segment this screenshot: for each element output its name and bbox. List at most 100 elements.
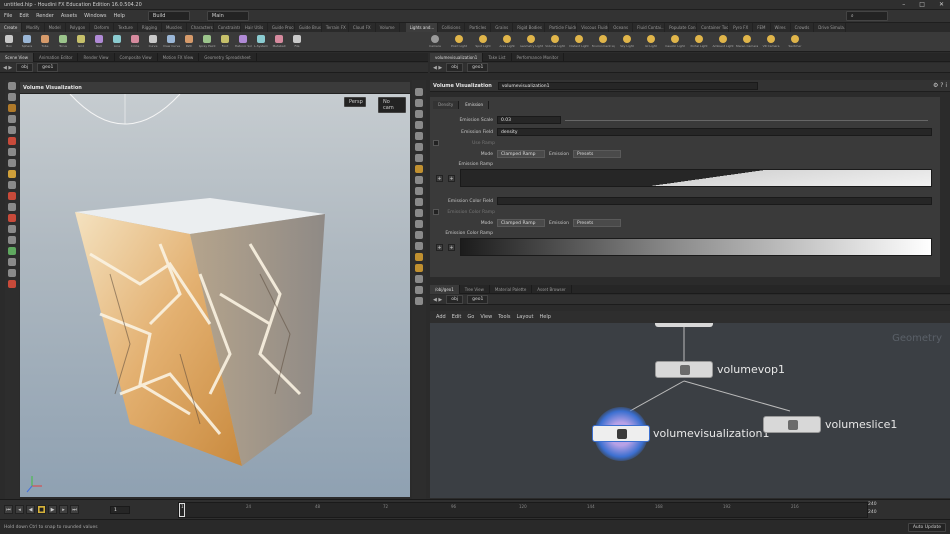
emission-scale-slider[interactable] bbox=[565, 119, 928, 121]
ortho-icon[interactable] bbox=[415, 198, 423, 206]
network-editor[interactable]: Geometry volumevop1 volumevisualization1… bbox=[430, 323, 950, 498]
jump-start-button[interactable]: ⏮ bbox=[4, 505, 13, 514]
tab-take-list[interactable]: Take List bbox=[483, 52, 512, 62]
tab-animation-editor[interactable]: Animation Editor bbox=[34, 52, 79, 62]
emission-scale-field[interactable]: 0.03 bbox=[497, 116, 561, 124]
tool-distant-light[interactable]: Distant Light bbox=[567, 32, 591, 52]
view-icon[interactable] bbox=[8, 115, 16, 123]
shelf-set-dropdown[interactable]: Main bbox=[206, 11, 249, 21]
stop-button[interactable]: ■ bbox=[37, 505, 46, 514]
net-menu-help[interactable]: Help bbox=[540, 314, 551, 320]
path-geo1[interactable]: geo1 bbox=[37, 63, 59, 72]
gear-icon[interactable]: ⚙ ? i bbox=[933, 82, 947, 89]
particles-icon[interactable] bbox=[415, 286, 423, 294]
step-back-button[interactable]: ◂ bbox=[15, 505, 24, 514]
upstream-node[interactable] bbox=[655, 323, 713, 327]
ramp-add-button[interactable]: + bbox=[436, 174, 443, 182]
tool-path[interactable]: Path bbox=[180, 32, 198, 52]
shelf-tab-terrain-fx[interactable]: Terrain FX bbox=[322, 23, 349, 32]
lighting-icon[interactable] bbox=[415, 253, 423, 261]
emission-preset-dropdown[interactable]: Presets bbox=[573, 150, 621, 158]
tool-l-system[interactable]: L-System bbox=[252, 32, 270, 52]
tab-render-view[interactable]: Render View bbox=[78, 52, 115, 62]
shelf-tab-drive-simula[interactable]: Drive Simula... bbox=[814, 23, 847, 32]
tool-vr-camera[interactable]: VR Camera bbox=[759, 32, 783, 52]
emission-color-field-input[interactable] bbox=[497, 197, 932, 205]
texture-icon[interactable] bbox=[415, 275, 423, 283]
path-geo1[interactable]: geo1 bbox=[467, 63, 489, 72]
tab-volumevisualization1[interactable]: volumevisualization1 bbox=[430, 52, 484, 62]
net-menu-add[interactable]: Add bbox=[436, 314, 446, 320]
menu-render[interactable]: Render bbox=[36, 13, 54, 19]
display-options-icon[interactable] bbox=[415, 297, 423, 305]
render-icon[interactable] bbox=[8, 247, 16, 255]
shading-icon[interactable] bbox=[415, 121, 423, 129]
menu-help[interactable]: Help bbox=[113, 13, 124, 19]
menu-file[interactable]: File bbox=[4, 13, 12, 19]
pin-icon[interactable] bbox=[8, 269, 16, 277]
tool-sphere[interactable]: Sphere bbox=[18, 32, 36, 52]
grid-toggle-icon[interactable] bbox=[415, 231, 423, 239]
end-frame-bottom[interactable]: 240 bbox=[868, 510, 877, 515]
tool-circle[interactable]: Circle bbox=[126, 32, 144, 52]
emission-ramp-widget[interactable] bbox=[460, 169, 932, 187]
tool-geometry-light[interactable]: Geometry Light bbox=[519, 32, 543, 52]
node-name-field[interactable]: volumevisualization1 bbox=[497, 81, 758, 90]
ghost-icon[interactable] bbox=[415, 165, 423, 173]
node-volumevop1[interactable] bbox=[655, 361, 713, 378]
path-obj[interactable]: obj bbox=[446, 295, 464, 304]
emission-field-input[interactable]: density bbox=[497, 128, 932, 136]
back-arrow-icon[interactable]: ◀ ▶ bbox=[433, 65, 442, 71]
tool-grid[interactable]: Grid bbox=[72, 32, 90, 52]
pose-icon[interactable] bbox=[8, 126, 16, 134]
ramp-remove-button[interactable]: + bbox=[448, 174, 455, 182]
magnet-icon[interactable] bbox=[8, 192, 16, 200]
shelf-tab-cloud-fx[interactable]: Cloud FX bbox=[349, 23, 376, 32]
tool-font[interactable]: Font bbox=[216, 32, 234, 52]
tool-null[interactable]: Null bbox=[90, 32, 108, 52]
move-icon[interactable] bbox=[8, 148, 16, 156]
net-menu-edit[interactable]: Edit bbox=[452, 314, 462, 320]
tool-portal-light[interactable]: Portal Light bbox=[687, 32, 711, 52]
play-button[interactable]: ▶ bbox=[48, 505, 57, 514]
camera-icon[interactable] bbox=[8, 225, 16, 233]
rotate-icon[interactable] bbox=[8, 159, 16, 167]
tab-density[interactable]: Density bbox=[433, 101, 460, 109]
close-button[interactable]: ✕ bbox=[939, 1, 944, 8]
wire-icon[interactable] bbox=[415, 154, 423, 162]
menu-assets[interactable]: Assets bbox=[61, 13, 77, 19]
desktop-dropdown[interactable]: Build bbox=[147, 11, 190, 21]
jump-end-button[interactable]: ⏭ bbox=[70, 505, 79, 514]
display-icon[interactable] bbox=[8, 258, 16, 266]
net-menu-view[interactable]: View bbox=[480, 314, 492, 320]
lock-icon[interactable] bbox=[415, 99, 423, 107]
transform-icon[interactable] bbox=[8, 93, 16, 101]
tool-switcher[interactable]: Switcher bbox=[783, 32, 807, 52]
template-icon[interactable] bbox=[415, 176, 423, 184]
tab-asset-browser[interactable]: Asset Browser bbox=[532, 284, 572, 294]
tool-volume-light[interactable]: Volume Light bbox=[543, 32, 567, 52]
update-mode-dropdown[interactable]: Auto Update bbox=[907, 522, 946, 532]
tab-material-palette[interactable]: Material Palette bbox=[490, 284, 533, 294]
current-frame-field[interactable]: 1 bbox=[110, 506, 130, 514]
timeline-track[interactable]: 1 24 48 72 96 120 144 168 192 216 bbox=[178, 502, 868, 518]
tool-box[interactable]: Box bbox=[0, 32, 18, 52]
color-mode-dropdown[interactable]: Clamped Ramp bbox=[497, 219, 545, 227]
tab-performance-monitor[interactable]: Performance Monitor bbox=[512, 52, 565, 62]
light-icon[interactable] bbox=[8, 236, 16, 244]
normals-icon[interactable] bbox=[415, 143, 423, 151]
tool-ambient-light[interactable]: Ambient Light bbox=[711, 32, 735, 52]
tool-platonic-solids[interactable]: Platonic Solids bbox=[234, 32, 252, 52]
tab-scene-view[interactable]: Scene View bbox=[0, 52, 34, 62]
record-icon[interactable] bbox=[8, 214, 16, 222]
path-obj[interactable]: obj bbox=[16, 63, 34, 72]
tab-tree-view[interactable]: Tree View bbox=[460, 284, 490, 294]
tab-motion-fx-view[interactable]: Motion FX View bbox=[158, 52, 200, 62]
background-icon[interactable] bbox=[415, 187, 423, 195]
tool-draw-curve[interactable]: Draw Curve bbox=[162, 32, 180, 52]
region-icon[interactable] bbox=[8, 280, 16, 288]
vector-icon[interactable] bbox=[415, 242, 423, 250]
shelf-tab-volume[interactable]: Volume bbox=[376, 23, 400, 32]
node-volumevisualization1[interactable] bbox=[592, 425, 650, 442]
shadow-icon[interactable] bbox=[415, 264, 423, 272]
